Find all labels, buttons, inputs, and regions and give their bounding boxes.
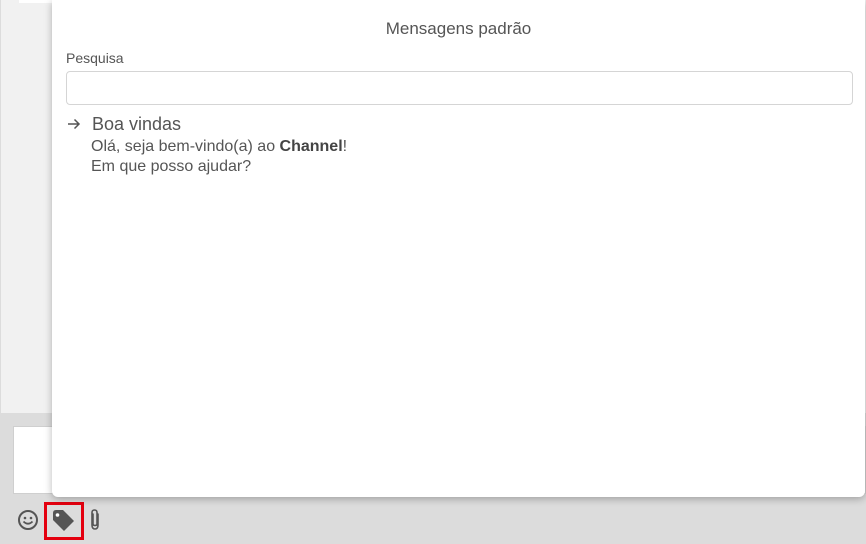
message-line-2: Em que posso ajudar? [91,158,252,175]
message-brand-name: Channel [279,138,343,155]
standard-message-item[interactable]: Boa vindas Olá, seja bem-vindo(a) ao Cha… [66,113,846,177]
tag-icon [53,510,74,531]
search-input[interactable] [66,71,853,105]
emoji-button[interactable] [14,504,42,536]
message-title: Boa vindas [92,113,182,134]
arrow-right-icon [68,118,81,130]
chat-message-fragment [19,0,53,3]
app-window: Mensagens padrão Pesquisa Boa vindas Olá… [0,0,866,544]
message-item-header: Boa vindas [66,113,846,135]
message-body: Olá, seja bem-vindo(a) ao Channel! Em qu… [91,137,846,177]
paperclip-icon [91,509,99,530]
standard-messages-modal: Mensagens padrão Pesquisa Boa vindas Olá… [52,0,865,497]
emoji-icon [18,510,38,530]
message-line-1: Olá, seja bem-vindo(a) ao Channel! [91,137,846,157]
message-line-1-prefix: Olá, seja bem-vindo(a) ao [91,138,280,155]
modal-title: Mensagens padrão [385,19,532,38]
message-line-1-suffix: ! [342,138,348,155]
search-label: Pesquisa [66,50,124,66]
attach-file-button[interactable] [84,504,106,536]
standard-messages-button[interactable] [44,502,84,540]
